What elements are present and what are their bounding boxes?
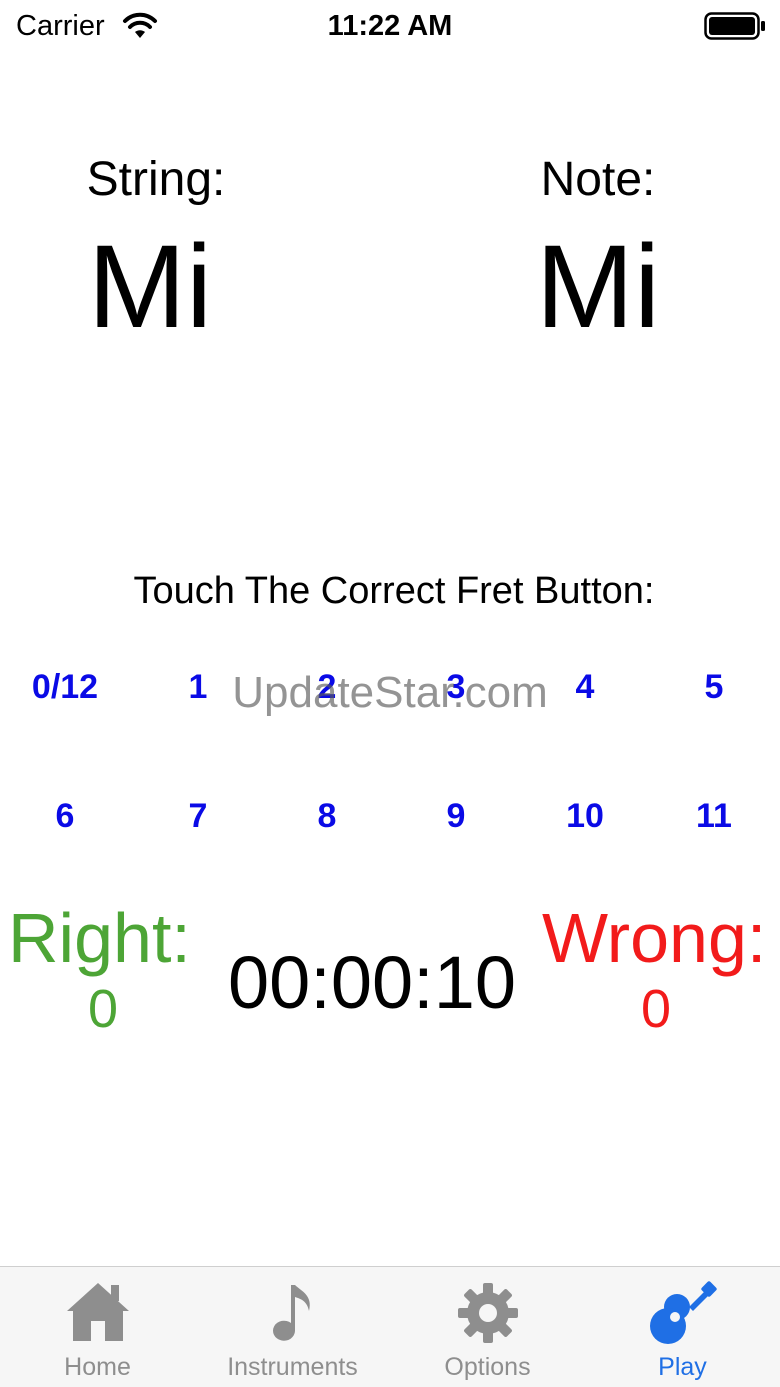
screen: Carrier 11:22 AM String: Mi Note: Mi Tou… — [0, 0, 780, 1387]
tab-bar: Home Instruments Options Play — [0, 1266, 780, 1387]
note-caption: Note: — [540, 153, 656, 206]
status-bar: Carrier 11:22 AM — [0, 0, 780, 56]
tab-play[interactable]: Play — [585, 1267, 780, 1387]
wrong-label: Wrong: — [542, 899, 767, 977]
status-time: 11:22 AM — [327, 10, 453, 42]
note-value: Mi — [535, 221, 661, 353]
fret-button-9[interactable]: 9 — [396, 797, 516, 836]
fret-button-11[interactable]: 11 — [654, 797, 774, 836]
fret-button-4[interactable]: 4 — [525, 668, 645, 707]
tab-instruments[interactable]: Instruments — [195, 1267, 390, 1387]
tab-home[interactable]: Home — [0, 1267, 195, 1387]
right-count: 0 — [87, 979, 119, 1039]
battery-icon — [704, 12, 765, 40]
tab-play-label: Play — [658, 1353, 707, 1381]
fret-prompt: Touch The Correct Fret Button: — [133, 570, 655, 612]
wrong-count: 0 — [640, 979, 672, 1039]
fret-button-10[interactable]: 10 — [525, 797, 645, 836]
fret-button-6[interactable]: 6 — [5, 797, 125, 836]
tab-options[interactable]: Options — [390, 1267, 585, 1387]
fret-button-0-12[interactable]: 0/12 — [5, 668, 125, 707]
guitar-icon — [649, 1281, 717, 1344]
tab-options-label: Options — [444, 1353, 531, 1381]
string-caption: String: — [86, 153, 226, 206]
music-note-icon — [272, 1285, 310, 1341]
fret-button-2[interactable]: 2 — [267, 668, 387, 707]
right-label: Right: — [8, 899, 191, 977]
fret-button-7[interactable]: 7 — [138, 797, 258, 836]
fret-button-5[interactable]: 5 — [654, 668, 774, 707]
tab-home-label: Home — [64, 1353, 131, 1381]
tab-instruments-label: Instruments — [227, 1353, 358, 1381]
string-value: Mi — [87, 221, 213, 353]
fret-button-1[interactable]: 1 — [138, 668, 258, 707]
home-icon — [66, 1283, 129, 1341]
gear-icon — [457, 1283, 518, 1343]
elapsed-timer: 00:00:10 — [228, 941, 517, 1024]
fret-button-3[interactable]: 3 — [396, 668, 516, 707]
fret-button-8[interactable]: 8 — [267, 797, 387, 836]
